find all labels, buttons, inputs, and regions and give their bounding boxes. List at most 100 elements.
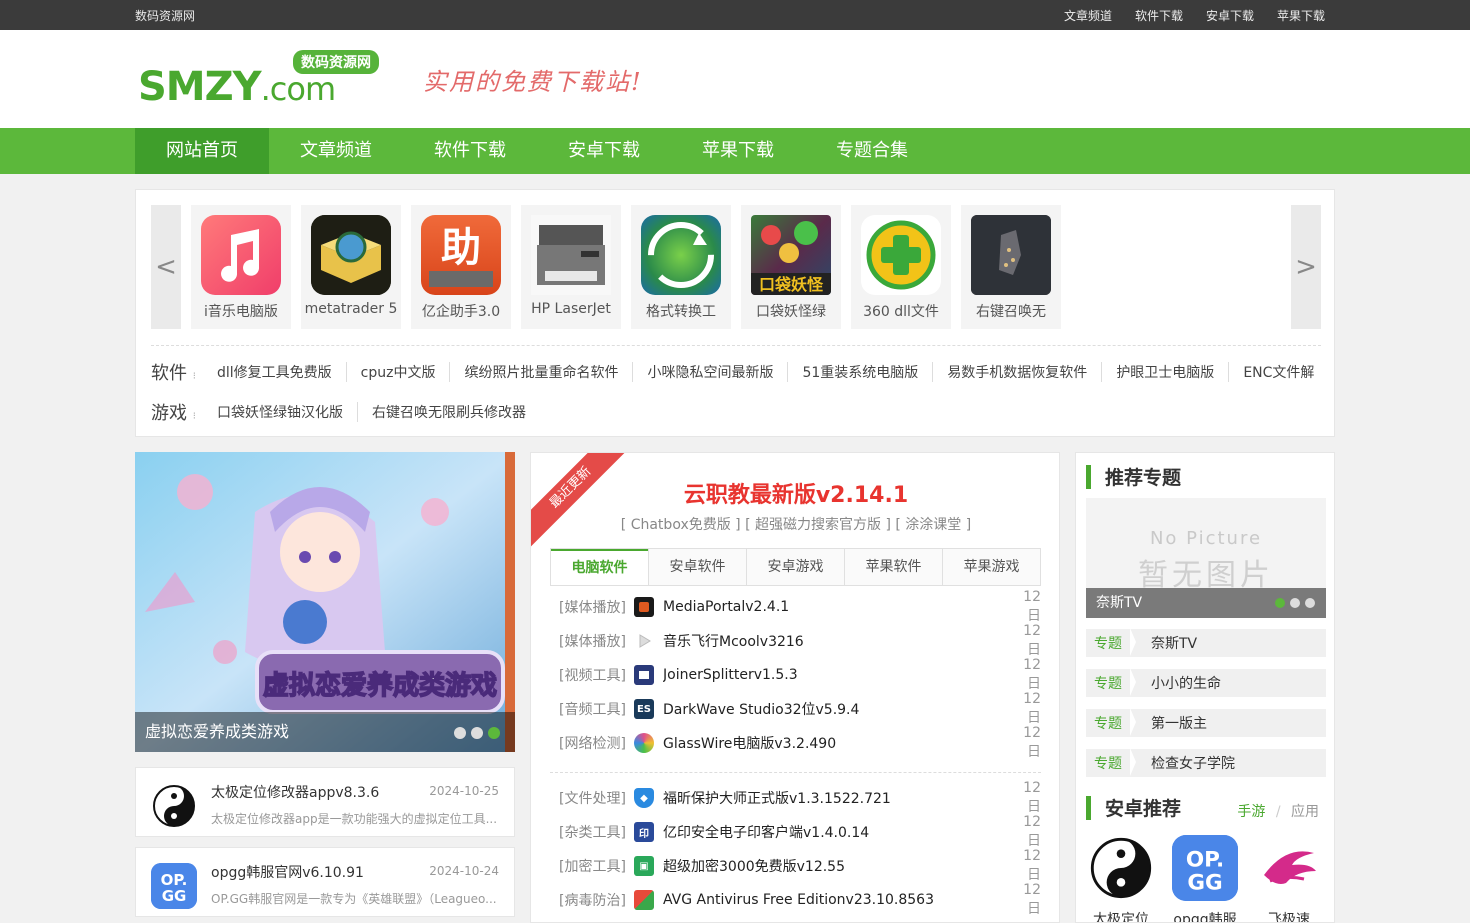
slide-dot-active[interactable]	[488, 727, 500, 739]
tab-android-games[interactable]: 安卓游戏	[746, 549, 844, 585]
book-globe-icon	[311, 215, 391, 295]
top-link-android[interactable]: 安卓下载	[1206, 7, 1254, 24]
topic-item[interactable]: 专题 第一版主	[1086, 708, 1326, 737]
quicklink[interactable]: 51重装系统电脑版	[788, 362, 934, 382]
topic-item[interactable]: 专题 小小的生命	[1086, 668, 1326, 697]
card-date: 2024-10-24	[429, 864, 499, 878]
card-date: 2024-10-25	[429, 784, 499, 798]
recommended-app[interactable]: OP. GG opgg韩服	[1170, 835, 1240, 922]
top-link-apple[interactable]: 苹果下载	[1277, 7, 1325, 24]
card-title[interactable]: opgg韩服官网v6.10.91	[211, 862, 364, 882]
logo-wordmark: SMZY.com	[138, 64, 336, 110]
featured-tile[interactable]: HP LaserJet	[521, 205, 621, 329]
app-card[interactable]: OP. GG opgg韩服官网v6.10.91 2024-10-24 OP.GG韩…	[135, 847, 515, 917]
nav-android[interactable]: 安卓下载	[537, 128, 671, 174]
avg-icon	[634, 890, 654, 910]
nav-apple[interactable]: 苹果下载	[671, 128, 805, 174]
featured-tile[interactable]: metatrader 5	[301, 205, 401, 329]
featured-tile[interactable]: 右键召唤无	[961, 205, 1061, 329]
slideshow[interactable]: 虚拟恋爱养成类游戏 虚拟恋爱养成类游戏	[135, 452, 515, 752]
featured-tile[interactable]: i音乐电脑版	[191, 205, 291, 329]
game-art-icon: 口袋妖怪	[751, 215, 831, 295]
tab-pc-software[interactable]: 电脑软件	[551, 549, 648, 585]
divider	[151, 345, 1321, 346]
stamp-icon: 印	[634, 822, 654, 842]
slideshow-image: 虚拟恋爱养成类游戏	[135, 452, 515, 752]
list-item[interactable]: [加密工具] ▣ 超级加密3000免费版v12.55 12日	[559, 848, 1041, 883]
opgg-icon: OP. GG	[1172, 835, 1238, 901]
tab-apps[interactable]: 应用	[1291, 804, 1319, 820]
tab-apple-games[interactable]: 苹果游戏	[942, 549, 1040, 585]
top-links: 文章频道 软件下载 安卓下载 苹果下载	[1064, 7, 1325, 24]
shield-icon: ◆	[634, 788, 654, 808]
app-card[interactable]: 太极定位修改器appv8.3.6 2024-10-25 太极定位修改器app是一…	[135, 767, 515, 837]
printer-icon	[531, 215, 611, 295]
recommended-app[interactable]: 飞极速	[1254, 835, 1324, 922]
slide-dot[interactable]	[454, 727, 466, 739]
quicklink[interactable]: 右键召唤无限刷兵修改器	[358, 402, 540, 422]
list-item[interactable]: [病毒防治] AVG Antivirus Free Editionv23.10.…	[559, 882, 1041, 917]
quicklink[interactable]: 口袋妖怪绿铀汉化版	[203, 402, 358, 422]
plus-shield-icon	[861, 215, 941, 295]
top-link-articles[interactable]: 文章频道	[1064, 7, 1112, 24]
featured-tile[interactable]: 360 dll文件	[851, 205, 951, 329]
quicklink[interactable]: dll修复工具免费版	[203, 362, 347, 382]
glasswire-icon	[634, 733, 654, 753]
headline-link[interactable]: 云职教最新版v2.14.1	[531, 477, 1059, 509]
main-nav: 网站首页 文章频道 软件下载 安卓下载 苹果下载 专题合集	[0, 128, 1470, 174]
quicklink[interactable]: cpuz中文版	[347, 362, 451, 382]
topic-item[interactable]: 专题 检查女子学院	[1086, 748, 1326, 777]
tab-mobile-games[interactable]: 手游	[1237, 804, 1265, 820]
list-item[interactable]: [媒体播放] 音乐飞行Mcoolv3216 12日	[559, 623, 1041, 658]
tab-apple-software[interactable]: 苹果软件	[844, 549, 942, 585]
taiji-icon	[151, 783, 197, 829]
quicklink[interactable]: 小咪隐私空间最新版	[633, 362, 789, 382]
game-quicklinks: 游戏 ⁝ 口袋妖怪绿铀汉化版 右键召唤无限刷兵修改器	[151, 400, 540, 424]
featured-tile[interactable]: 格式转换工	[631, 205, 731, 329]
list-item[interactable]: [网络检测] GlassWire电脑版v3.2.490 12日	[559, 725, 1041, 760]
list-item[interactable]: [杂类工具] 印 亿印安全电子印客户端v1.4.0.14 12日	[559, 814, 1041, 849]
top-link-software[interactable]: 软件下载	[1135, 7, 1183, 24]
headline-sub-links[interactable]: [ Chatbox免费版 ] [ 超强磁力搜索官方版 ] [ 涂涂课堂 ]	[531, 514, 1059, 534]
nav-home[interactable]: 网站首页	[135, 128, 269, 174]
list-item[interactable]: [文件处理] ◆ 福昕保护大师正式版v1.3.1522.721 12日	[559, 780, 1041, 815]
svg-text:GG: GG	[1187, 871, 1222, 896]
topic-item[interactable]: 专题 奈斯TV	[1086, 628, 1326, 657]
android-recommend-title: 安卓推荐	[1086, 794, 1181, 821]
quicklinks-games-label: 游戏 ⁝	[151, 403, 196, 424]
carousel-next-button[interactable]: >	[1291, 205, 1321, 329]
quicklink[interactable]: 易数手机数据恢复软件	[933, 362, 1103, 382]
carousel-prev-button[interactable]: <	[151, 205, 181, 329]
nav-topics[interactable]: 专题合集	[805, 128, 939, 174]
topic-image[interactable]: No Picture 暂无图片 奈斯TV	[1086, 498, 1326, 618]
darkwave-icon: ES	[634, 699, 654, 719]
latest-updates-panel: 最近更新 云职教最新版v2.14.1 [ Chatbox免费版 ] [ 超强磁力…	[530, 452, 1060, 923]
assistant-icon: 助	[421, 215, 501, 295]
slide-dot[interactable]	[1290, 598, 1300, 608]
nav-software[interactable]: 软件下载	[403, 128, 537, 174]
tab-android-software[interactable]: 安卓软件	[648, 549, 746, 585]
slideshow-banner-text: 虚拟恋爱养成类游戏	[263, 670, 497, 701]
slide-dot[interactable]	[471, 727, 483, 739]
card-title[interactable]: 太极定位修改器appv8.3.6	[211, 782, 379, 802]
slide-dot[interactable]	[1305, 598, 1315, 608]
play-icon	[634, 631, 654, 651]
list-item[interactable]: [音频工具] ES DarkWave Studio32位v5.9.4 12日	[559, 691, 1041, 726]
slideshow-dots	[454, 727, 500, 739]
featured-tile[interactable]: 口袋妖怪 口袋妖怪绿	[741, 205, 841, 329]
recommended-app[interactable]: 太极定位	[1086, 835, 1156, 922]
quicklink[interactable]: 护眼卫士电脑版	[1102, 362, 1230, 382]
quicklink[interactable]: 缤纷照片批量重命名软件	[450, 362, 634, 382]
featured-tile[interactable]: 助 亿企助手3.0	[411, 205, 511, 329]
nav-articles[interactable]: 文章频道	[269, 128, 403, 174]
card-summary: 太极定位修改器app是一款功能强大的虚拟定位工具...	[211, 812, 498, 826]
site-name-link[interactable]: 数码资源网	[135, 7, 195, 24]
site-logo[interactable]: 数码资源网 SMZY.com	[138, 50, 393, 112]
list-item[interactable]: [媒体播放] MediaPortalv2.4.1 12日	[559, 589, 1041, 624]
list-item[interactable]: [视频工具] JoinerSplitterv1.5.3 12日	[559, 657, 1041, 692]
svg-text:口袋妖怪: 口袋妖怪	[759, 275, 824, 294]
quicklink[interactable]: ENC文件解	[1229, 362, 1328, 382]
slide-dot-active[interactable]	[1275, 598, 1285, 608]
recommended-topics-title: 推荐专题	[1086, 463, 1181, 490]
music-note-icon	[201, 215, 281, 295]
